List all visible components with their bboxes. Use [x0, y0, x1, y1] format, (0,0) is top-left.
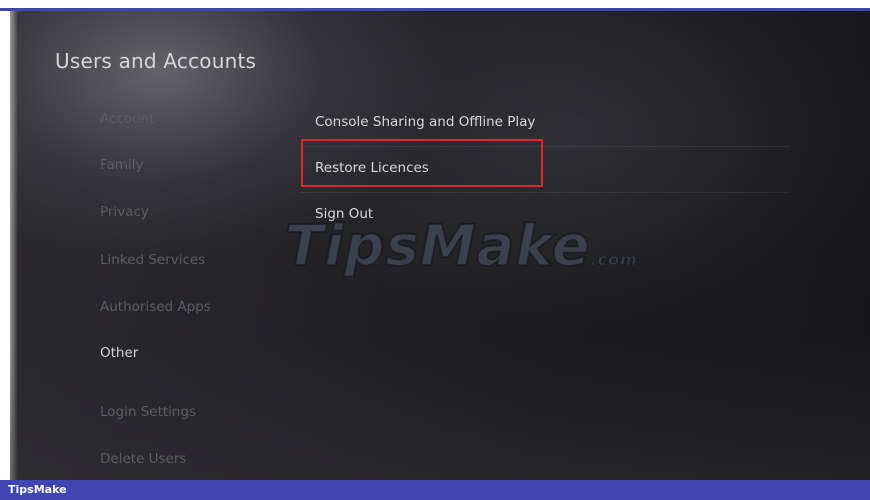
settings-screen: Users and Accounts Account Family Privac… [10, 11, 870, 480]
sidebar-item-privacy[interactable]: Privacy [100, 204, 149, 220]
screenshot-frame: Users and Accounts Account Family Privac… [0, 0, 870, 500]
highlight-box [301, 139, 543, 187]
footer-brand: TipsMake [8, 483, 67, 496]
top-border [0, 0, 870, 11]
sidebar-item-authorised-apps[interactable]: Authorised Apps [100, 299, 211, 315]
sidebar-item-linked-services[interactable]: Linked Services [100, 252, 205, 268]
list-item-label: Console Sharing and Offline Play [315, 114, 536, 130]
sidebar-item-other[interactable]: Other [100, 345, 138, 361]
footer-bar: TipsMake [0, 480, 870, 500]
sidebar-item-login-settings[interactable]: Login Settings [100, 404, 196, 420]
watermark-suffix: .com [590, 250, 638, 270]
sidebar-item-account[interactable]: Account [100, 111, 155, 127]
list-item-label: Sign Out [315, 206, 374, 222]
sign-out-item[interactable]: Sign Out [300, 193, 790, 239]
sidebar-item-delete-users[interactable]: Delete Users [100, 451, 186, 467]
page-title: Users and Accounts [55, 49, 257, 73]
sidebar-item-family[interactable]: Family [100, 157, 143, 173]
